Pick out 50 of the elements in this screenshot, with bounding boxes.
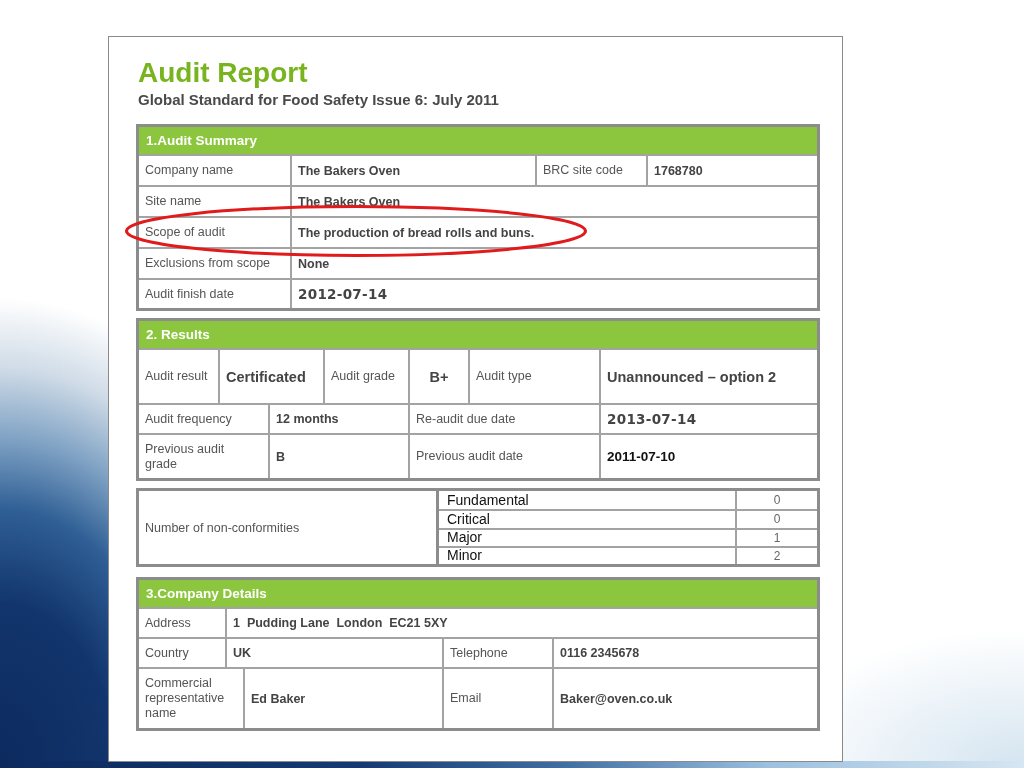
- field-label: Site name: [145, 194, 202, 209]
- count-value: 0: [773, 493, 781, 508]
- field-value: The Bakers Oven: [298, 194, 401, 209]
- field-label: Previous audit grade: [145, 441, 226, 472]
- field-value: B: [276, 449, 286, 464]
- field-value: None: [298, 256, 330, 271]
- field-label: Telephone: [450, 645, 508, 661]
- section-title: 3.Company Details: [146, 586, 267, 601]
- field-label: Audit grade: [331, 369, 395, 384]
- field-value: The production of bread rolls and buns.: [298, 225, 535, 240]
- field-label: Commercial representative name: [145, 676, 226, 721]
- field-label: Previous audit date: [416, 449, 523, 464]
- field-value: UK: [233, 646, 252, 660]
- field-value: 1 Pudding Lane London EC21 5XY: [233, 616, 448, 630]
- count-value: 2: [773, 548, 781, 563]
- field-label: Number of non-conformities: [145, 520, 300, 535]
- field-value: 1768780: [654, 163, 703, 178]
- category-label: Fundamental: [447, 492, 529, 508]
- field-value: Baker@oven.co.uk: [560, 691, 673, 706]
- section-title: 2. Results: [146, 327, 210, 342]
- field-label: Exclusions from scope: [145, 256, 271, 271]
- field-value: 12 months: [276, 412, 339, 426]
- field-label: Company name: [145, 163, 234, 178]
- category-label: Minor: [447, 548, 482, 564]
- field-value: Certificated: [226, 368, 306, 385]
- report-subtitle: Global Standard for Food Safety Issue 6: July 2011: [138, 91, 499, 109]
- date-value: 2013-07-14: [607, 411, 697, 427]
- field-value: The Bakers Oven: [298, 163, 401, 178]
- category-label: Major: [447, 530, 482, 546]
- category-label: Critical: [447, 511, 490, 527]
- grade-value: B+: [429, 368, 449, 385]
- section-title: 1.Audit Summary: [146, 133, 258, 148]
- date-value: 2012-07-14: [298, 286, 388, 302]
- field-value: Ed Baker: [251, 691, 306, 706]
- count-value: 0: [773, 512, 781, 527]
- report-title: Audit Report: [138, 57, 308, 88]
- field-label: Audit type: [476, 369, 532, 384]
- field-label: Audit frequency: [145, 411, 232, 427]
- field-label: Email: [450, 691, 482, 706]
- field-label: Audit result: [145, 369, 208, 384]
- field-value: Unannounced – option 2: [607, 368, 777, 385]
- field-label: Country: [145, 645, 189, 661]
- field-value: 0116 2345678: [560, 646, 640, 660]
- field-label: Audit finish date: [145, 286, 234, 302]
- count-value: 1: [773, 530, 781, 545]
- field-label: Re-audit due date: [416, 411, 516, 427]
- field-label: BRC site code: [543, 163, 623, 178]
- field-label: Scope of audit: [145, 225, 225, 240]
- date-value: 2011-07-10: [607, 449, 676, 464]
- field-label: Address: [145, 615, 191, 631]
